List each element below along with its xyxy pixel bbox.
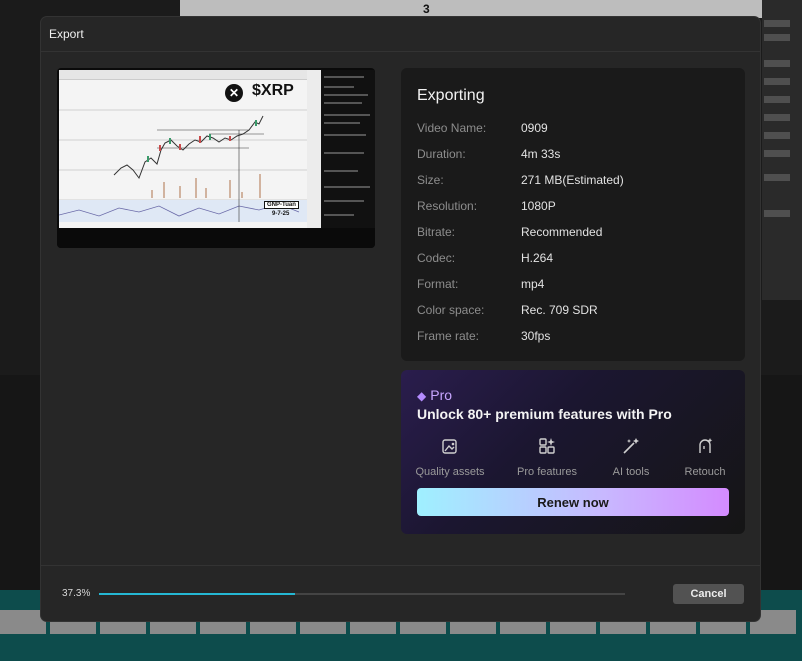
info-value: 1080P [521,199,556,213]
info-key: Size: [417,173,444,187]
image-sparkle-icon [442,439,457,454]
info-row-frame-rate: Frame rate: 30fps [417,329,737,345]
info-row-video-name: Video Name: 0909 [417,121,737,137]
feature-label: Pro features [517,466,577,478]
info-value: 4m 33s [521,147,561,161]
info-key: Video Name: [417,121,487,135]
cancel-button[interactable]: Cancel [673,584,744,604]
feature-pro-features[interactable]: Pro features [507,436,587,478]
background-side-panel [762,0,802,300]
preview-tag: GNP-Tuan [264,201,299,209]
info-key: Format: [417,277,459,291]
info-value: mp4 [521,277,545,291]
info-key: Codec: [417,251,456,265]
info-row-format: Format: mp4 [417,277,737,293]
preview-price-axis [307,70,321,228]
export-info-panel: Exporting Video Name: 0909 Duration: 4m … [401,68,745,361]
info-value: 30fps [521,329,551,343]
pro-headline: Unlock 80+ premium features with Pro [417,406,672,422]
info-row-color-space: Color space: Rec. 709 SDR [417,303,737,319]
video-preview: ✕ $XRP GNP-Tuan 9-7-25 [57,68,375,248]
info-key: Resolution: [417,199,478,213]
preview-bottom-bar [57,230,375,248]
info-value: Recommended [521,225,603,239]
pro-upsell-panel: ◆ Pro Unlock 80+ premium features with Pr… [401,370,745,534]
info-value: Rec. 709 SDR [521,303,598,317]
info-key: Bitrate: [417,225,456,239]
feature-label: AI tools [612,466,650,478]
feature-ai-tools[interactable]: AI tools [591,436,671,478]
info-key: Frame rate: [417,329,480,343]
grid-sparkle-icon [539,438,555,454]
pro-badge-label: Pro [430,387,453,403]
info-row-bitrate: Bitrate: Recommended [417,225,737,241]
export-dialog: Export ✕ $XRP GNP-Tuan 9-7-25 Exporting … [41,17,760,621]
info-row-size: Size: 271 MB(Estimated) [417,173,737,189]
dialog-title: Export [49,27,84,41]
feature-label: Quality assets [415,466,485,478]
info-value: H.264 [521,251,554,265]
feature-quality-assets[interactable]: Quality assets [410,436,490,478]
progress-percent: 37.3% [62,588,91,599]
info-key: Color space: [417,303,485,317]
preview-side-feed [321,70,375,228]
header-divider [41,51,760,52]
preview-tag-date: 9-7-25 [272,211,290,217]
export-progress-bar [99,593,625,595]
preview-symbol: $XRP [252,82,294,99]
xrp-logo-icon: ✕ [225,84,243,102]
face-retouch-icon [699,438,713,453]
info-key: Duration: [417,147,466,161]
info-row-duration: Duration: 4m 33s [417,147,737,163]
renew-now-button[interactable]: Renew now [417,488,729,516]
feature-label: Retouch [684,466,726,478]
feature-retouch[interactable]: Retouch [665,436,745,478]
export-progress-fill [99,593,296,595]
canvas-marker: 3 [423,2,430,16]
info-value: 0909 [521,121,548,135]
info-row-resolution: Resolution: 1080P [417,199,737,215]
preview-chart-frame: ✕ $XRP GNP-Tuan 9-7-25 [59,70,309,228]
info-value: 271 MB(Estimated) [521,173,624,187]
pro-badge: ◆ Pro [417,387,452,403]
diamond-icon: ◆ [417,389,427,403]
magic-wand-icon [623,438,639,454]
exporting-title: Exporting [417,87,485,104]
background-canvas: 3 [180,0,762,18]
footer-divider [41,565,760,566]
info-row-codec: Codec: H.264 [417,251,737,267]
